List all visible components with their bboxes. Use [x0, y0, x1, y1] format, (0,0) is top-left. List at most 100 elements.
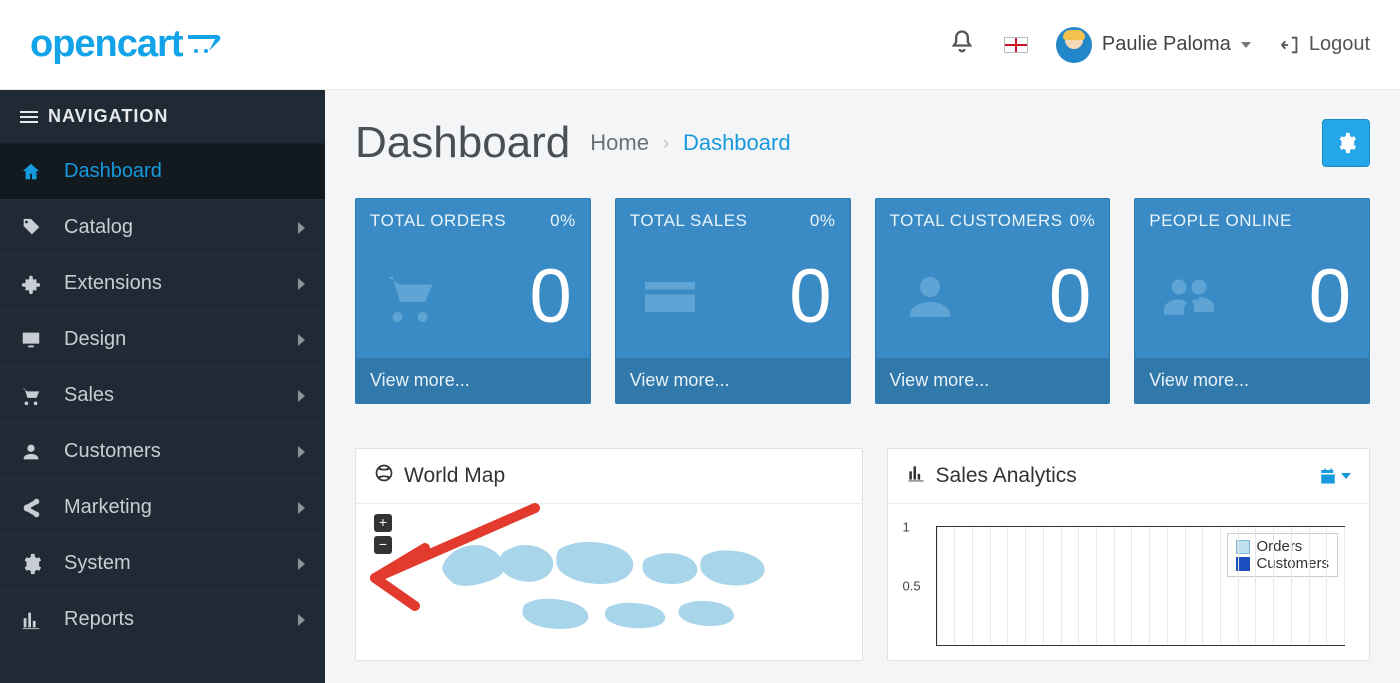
user-name: Paulie Paloma: [1102, 33, 1231, 56]
logout-link[interactable]: Logout: [1279, 33, 1370, 56]
tile-people-online: PEOPLE ONLINE 0 View more...: [1134, 198, 1370, 404]
puzzle-icon: [20, 273, 46, 295]
sidebar-item-label: System: [64, 552, 131, 575]
main-content: Dashboard Home › Dashboard TOTAL ORDERS …: [325, 90, 1400, 683]
chevron-right-icon: [298, 614, 305, 626]
map-zoom-out-button[interactable]: −: [374, 536, 392, 554]
tile-value: 0: [1049, 253, 1091, 340]
sidebar: NAVIGATION Dashboard Catalog Extensions …: [0, 90, 325, 683]
chart-ytick: 0.5: [903, 579, 921, 594]
tile-percent: 0%: [1070, 211, 1096, 231]
world-map-image[interactable]: [374, 518, 844, 638]
gear-icon: [20, 553, 46, 575]
sidebar-item-customers[interactable]: Customers: [0, 423, 325, 479]
caret-down-icon: [1241, 42, 1251, 48]
legend-label: Orders: [1256, 538, 1302, 555]
sidebar-item-label: Extensions: [64, 272, 162, 295]
tile-title: TOTAL CUSTOMERS: [890, 211, 1063, 231]
sidebar-item-label: Catalog: [64, 216, 133, 239]
dashboard-settings-button[interactable]: [1322, 119, 1370, 167]
chevron-right-icon: [298, 502, 305, 514]
brand-logo[interactable]: opencart: [30, 23, 232, 66]
bars-icon: [20, 609, 46, 631]
sidebar-item-marketing[interactable]: Marketing: [0, 479, 325, 535]
logout-label: Logout: [1309, 33, 1370, 56]
nav-header[interactable]: NAVIGATION: [0, 90, 325, 143]
map-zoom-in-button[interactable]: +: [374, 514, 392, 532]
chevron-right-icon: [298, 558, 305, 570]
user-menu[interactable]: Paulie Paloma: [1056, 27, 1251, 63]
panel-world-map: World Map + −: [355, 448, 863, 661]
tile-value: 0: [789, 253, 831, 340]
caret-down-icon: [1341, 473, 1351, 479]
chevron-right-icon: [298, 222, 305, 234]
user-icon: [894, 267, 966, 327]
tile-view-more[interactable]: View more...: [356, 358, 590, 403]
sidebar-item-catalog[interactable]: Catalog: [0, 199, 325, 255]
top-header: opencart Paulie Paloma Logout: [0, 0, 1400, 90]
tile-view-more[interactable]: View more...: [876, 358, 1110, 403]
logout-icon: [1279, 34, 1301, 56]
avatar: [1056, 27, 1092, 63]
cart-icon: [374, 267, 446, 327]
tile-title: PEOPLE ONLINE: [1149, 211, 1292, 231]
tile-title: TOTAL SALES: [630, 211, 748, 231]
brand-text: opencart: [30, 23, 182, 65]
breadcrumb-separator-icon: ›: [663, 133, 669, 154]
cart-icon: [20, 385, 46, 407]
globe-icon: [374, 463, 394, 489]
sidebar-item-system[interactable]: System: [0, 535, 325, 591]
panel-sales-analytics: Sales Analytics 1 0.5 Orders Customers: [887, 448, 1370, 661]
chart-legend: Orders Customers: [1227, 533, 1338, 577]
breadcrumb-home[interactable]: Home: [590, 130, 649, 156]
breadcrumb-current[interactable]: Dashboard: [683, 130, 791, 156]
sidebar-item-design[interactable]: Design: [0, 311, 325, 367]
hamburger-icon: [20, 111, 38, 123]
chevron-right-icon: [298, 334, 305, 346]
sidebar-item-label: Reports: [64, 608, 134, 631]
tile-percent: 0%: [810, 211, 836, 231]
people-icon: [1153, 267, 1225, 327]
home-icon: [20, 161, 46, 183]
sidebar-item-label: Dashboard: [64, 160, 162, 183]
analytics-date-picker[interactable]: [1319, 467, 1351, 485]
tile-percent: 0%: [550, 211, 576, 231]
sidebar-item-extensions[interactable]: Extensions: [0, 255, 325, 311]
tile-total-sales: TOTAL SALES 0% 0 View more...: [615, 198, 851, 404]
notifications-bell-icon[interactable]: [948, 28, 976, 61]
sidebar-item-label: Marketing: [64, 496, 152, 519]
sidebar-item-label: Sales: [64, 384, 114, 407]
chevron-right-icon: [298, 446, 305, 458]
gear-icon: [1335, 132, 1357, 154]
card-icon: [634, 267, 706, 327]
tag-icon: [20, 217, 46, 239]
nav-title: NAVIGATION: [48, 106, 168, 127]
tile-view-more[interactable]: View more...: [1135, 358, 1369, 403]
chevron-right-icon: [298, 390, 305, 402]
sidebar-item-reports[interactable]: Reports: [0, 591, 325, 647]
chart-ytick: 1: [903, 520, 910, 535]
bars-icon: [906, 463, 926, 489]
sidebar-item-dashboard[interactable]: Dashboard: [0, 143, 325, 199]
sidebar-item-label: Design: [64, 328, 126, 351]
share-icon: [20, 497, 46, 519]
tile-value: 0: [529, 253, 571, 340]
sidebar-item-label: Customers: [64, 440, 161, 463]
sales-analytics-chart[interactable]: 1 0.5 Orders Customers: [936, 526, 1345, 646]
tile-view-more[interactable]: View more...: [616, 358, 850, 403]
tile-total-orders: TOTAL ORDERS 0% 0 View more...: [355, 198, 591, 404]
legend-label: Customers: [1256, 555, 1329, 572]
chevron-right-icon: [298, 278, 305, 290]
sidebar-item-sales[interactable]: Sales: [0, 367, 325, 423]
panel-title: World Map: [404, 464, 505, 488]
brand-cart-icon: [186, 33, 232, 55]
page-title: Dashboard: [355, 118, 570, 168]
breadcrumb: Home › Dashboard: [590, 130, 790, 156]
tile-title: TOTAL ORDERS: [370, 211, 506, 231]
user-icon: [20, 441, 46, 463]
tile-value: 0: [1309, 253, 1351, 340]
calendar-icon: [1319, 467, 1337, 485]
language-flag-icon[interactable]: [1004, 37, 1028, 53]
tile-total-customers: TOTAL CUSTOMERS 0% 0 View more...: [875, 198, 1111, 404]
monitor-icon: [20, 329, 46, 351]
